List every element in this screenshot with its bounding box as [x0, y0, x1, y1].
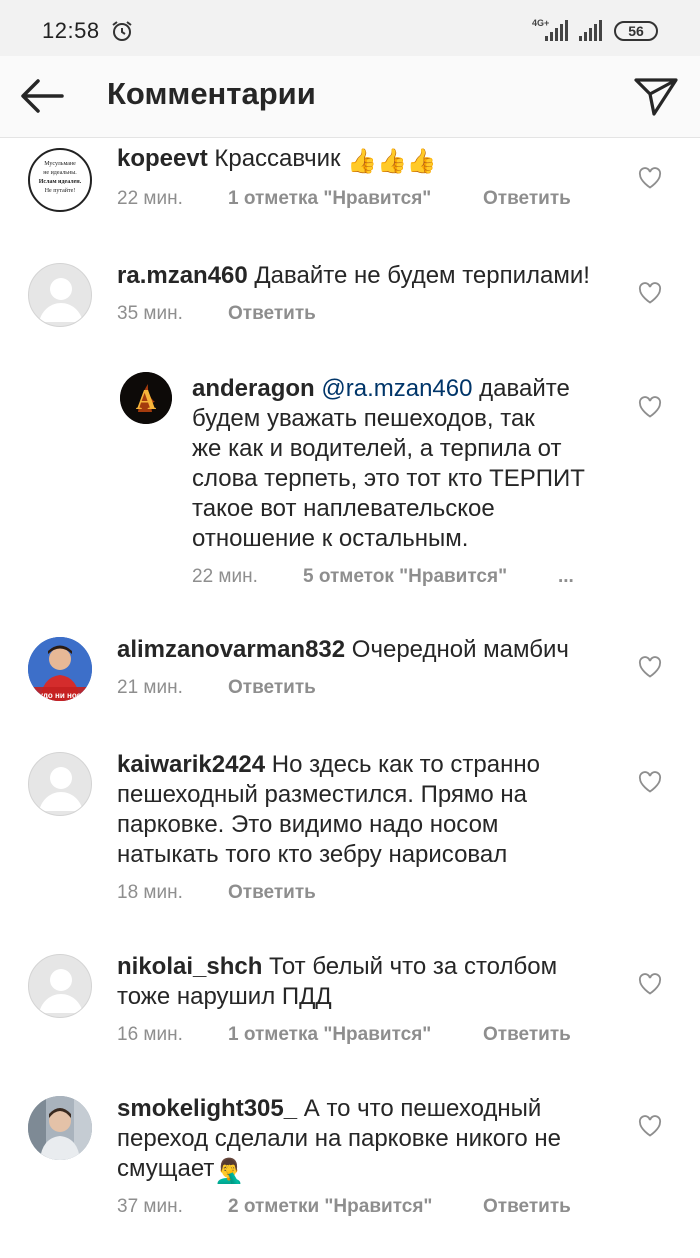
comment-time: 37 мин. — [117, 1196, 183, 1217]
signal-icon — [579, 20, 602, 41]
avatar-text: Ислам идеален. — [38, 179, 82, 185]
battery-icon: 56 — [614, 21, 658, 41]
likes-count[interactable]: 5 отметок "Нравится" — [303, 566, 507, 588]
comment-username[interactable]: smokelight305_ — [117, 1095, 297, 1122]
default-avatar-icon — [39, 969, 83, 1013]
user-photo-avatar: худо ни носи — [28, 637, 92, 701]
avatar[interactable] — [28, 752, 92, 816]
comment-username[interactable]: ra.mzan460 — [117, 262, 248, 289]
heart-outline-icon[interactable] — [638, 167, 662, 189]
comment-time: 16 мин. — [117, 1024, 183, 1045]
avatar-text: Мусульмане — [44, 161, 76, 167]
comment-text: ra.mzan460 Давайте не будем терпилами! — [117, 261, 590, 291]
reply-button[interactable]: Ответить — [483, 1196, 571, 1218]
comment-text: alimzanovarman832 Очередной мамбич — [117, 635, 569, 665]
likes-count[interactable]: 1 отметка "Нравится" — [228, 1024, 431, 1046]
reply-button[interactable]: Ответить — [228, 882, 316, 904]
comment-time: 22 мин. — [192, 566, 258, 587]
comment-line: Но здесь как то странно — [265, 751, 540, 778]
page-title: Комментарии — [107, 76, 316, 111]
heart-outline-icon[interactable] — [638, 1115, 662, 1137]
heart-outline-icon[interactable] — [638, 396, 662, 418]
arrow-left-icon[interactable] — [18, 76, 66, 116]
comment-username[interactable]: nikolai_shch — [117, 953, 262, 980]
comment-line: парковке. Это видимо надо носом — [117, 811, 499, 838]
avatar-caption: худо ни носи — [34, 691, 86, 700]
comment-time: 22 мин. — [117, 188, 183, 209]
paper-plane-icon[interactable] — [632, 72, 680, 120]
comment-line: такое вот наплевательское — [192, 495, 495, 522]
comment-text: nikolai_shch Тот белый что за столбом то… — [117, 952, 617, 1012]
comment-username[interactable]: kopeevt — [117, 145, 208, 172]
comment-line: отношение к остальным. — [192, 525, 469, 552]
avatar[interactable]: A — [120, 372, 172, 424]
status-time: 12:58 — [42, 18, 100, 43]
comment-line: Тот белый что за столбом — [262, 953, 558, 980]
comment-username[interactable]: anderagon — [192, 375, 315, 402]
comment-text: smokelight305_ А то что пешеходный перех… — [117, 1094, 617, 1187]
comment-time: 18 мин. — [117, 882, 183, 903]
comment-time: 35 мин. — [117, 303, 183, 324]
avatar[interactable] — [28, 954, 92, 1018]
comment-line: тоже нарушил ПДД — [117, 983, 332, 1010]
avatar[interactable] — [28, 1096, 92, 1160]
reply-button[interactable]: Ответить — [483, 188, 571, 210]
default-avatar-icon — [39, 767, 83, 811]
comment-body: Крассавчик — [214, 145, 341, 172]
comment-line: смущает — [117, 1155, 215, 1182]
comment-username[interactable]: alimzanovarman832 — [117, 636, 345, 663]
comment-line: давайте — [472, 375, 570, 402]
comment-username[interactable]: kaiwarik2424 — [117, 751, 265, 778]
comment-line: А то что пешеходный — [297, 1095, 542, 1122]
comment-time: 21 мин. — [117, 677, 183, 698]
comment-line: переход сделали на парковке никого не — [117, 1125, 561, 1152]
avatar[interactable]: худо ни носи — [28, 637, 92, 701]
heart-outline-icon[interactable] — [638, 282, 662, 304]
app-header: Комментарии — [0, 56, 700, 138]
comment-text: kopeevt Крассавчик 👍👍👍 — [117, 144, 437, 177]
comment-body: Давайте не будем терпилами! — [254, 262, 590, 289]
avatar-text: Не путайте! — [44, 188, 76, 194]
comment-line: же как и водителей, а терпила от — [192, 435, 562, 462]
reply-button[interactable]: Ответить — [228, 677, 316, 699]
alarm-clock-icon — [112, 21, 132, 41]
default-avatar-icon — [39, 278, 83, 322]
status-bar: 12:58 4G+ 56 — [0, 0, 700, 56]
comment-line: пешеходный разместился. Прямо на — [117, 781, 528, 808]
heart-outline-icon[interactable] — [638, 656, 662, 678]
reply-button[interactable]: Ответить — [483, 1024, 571, 1046]
reply-button[interactable]: Ответить — [228, 303, 316, 325]
facepalm-emoji: 🤦‍♂️ — [214, 1158, 245, 1185]
signal-icon — [545, 20, 568, 41]
comment-text: kaiwarik2424 Но здесь как то странно пеш… — [117, 750, 617, 870]
heart-outline-icon[interactable] — [638, 771, 662, 793]
avatar-text: не идеальны. — [43, 170, 77, 176]
mention-link[interactable]: @ra.mzan460 — [321, 375, 472, 402]
likes-count[interactable]: 2 отметки "Нравится" — [228, 1196, 432, 1218]
more-options-button[interactable]: ... — [558, 566, 574, 588]
avatar[interactable]: Мусульмане не идеальны. Ислам идеален. Н… — [28, 148, 92, 212]
heart-outline-icon[interactable] — [638, 973, 662, 995]
avatar-letter: A — [136, 385, 157, 416]
comment-line: натыкать того кто зебру нарисовал — [117, 841, 508, 868]
comment-line: слова терпеть, это тот кто ТЕРПИТ — [192, 465, 585, 492]
comment-line: будем уважать пешеходов, так — [192, 405, 535, 432]
likes-count[interactable]: 1 отметка "Нравится" — [228, 188, 431, 210]
comment-text: anderagon @ra.mzan460 давайте будем уваж… — [192, 374, 622, 554]
comment-body: Очередной мамбич — [351, 636, 569, 663]
flame-letter-avatar: A — [120, 372, 172, 424]
avatar[interactable] — [28, 263, 92, 327]
thumbs-up-emoji: 👍👍👍 — [347, 148, 437, 175]
user-photo-avatar — [28, 1096, 92, 1160]
